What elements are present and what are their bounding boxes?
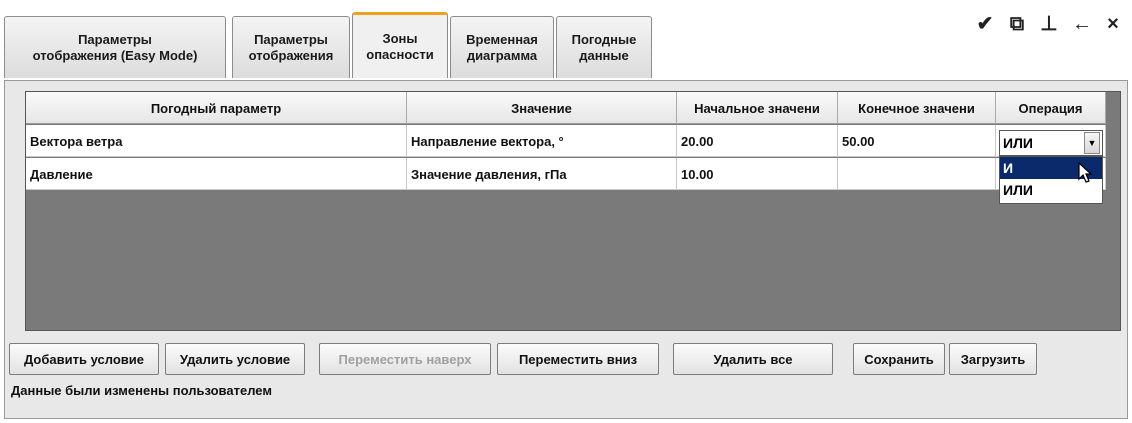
load-button[interactable]: Загрузить bbox=[949, 343, 1037, 375]
column-header-operation[interactable]: Операция bbox=[996, 92, 1106, 124]
mouse-cursor-icon bbox=[1078, 162, 1093, 183]
cell-parameter[interactable]: Давление bbox=[26, 158, 407, 190]
cell-value[interactable]: Значение давления, гПа bbox=[407, 158, 677, 190]
cell-start-value[interactable]: 20.00 bbox=[677, 125, 838, 157]
column-header-parameter[interactable]: Погодный параметр bbox=[26, 92, 407, 124]
delete-all-button[interactable]: Удалить все bbox=[673, 343, 833, 375]
danger-zones-panel: Погодный параметр Значение Начальное зна… bbox=[4, 80, 1128, 419]
conditions-grid: Погодный параметр Значение Начальное зна… bbox=[25, 91, 1121, 331]
pin-icon[interactable]: ⊥ bbox=[1040, 12, 1058, 36]
tab-time-diagram[interactable]: Временная диаграмма bbox=[450, 16, 554, 78]
cell-value[interactable]: Направление вектора, ° bbox=[407, 125, 677, 157]
operation-select[interactable]: ИЛИ ▼ bbox=[999, 130, 1103, 156]
delete-condition-button[interactable]: Удалить условие bbox=[165, 343, 305, 375]
move-up-button: Переместить наверх bbox=[319, 343, 491, 375]
table-row[interactable]: Давление Значение давления, гПа 10.00 bbox=[26, 158, 1106, 190]
window-toolbar: ✔ ⧉ ⊥ ← × bbox=[976, 12, 1122, 36]
status-text: Данные были изменены пользователем bbox=[11, 383, 272, 398]
cell-end-value[interactable] bbox=[838, 158, 996, 190]
table-row[interactable]: Вектора ветра Направление вектора, ° 20.… bbox=[26, 125, 1106, 157]
restore-window-icon[interactable]: ⧉ bbox=[1008, 12, 1026, 36]
close-icon[interactable]: × bbox=[1104, 12, 1122, 36]
cell-start-value[interactable]: 10.00 bbox=[677, 158, 838, 190]
cell-end-value[interactable]: 50.00 bbox=[838, 125, 996, 157]
move-down-button[interactable]: Переместить вниз bbox=[497, 343, 659, 375]
chevron-down-icon[interactable]: ▼ bbox=[1084, 132, 1100, 154]
save-button[interactable]: Сохранить bbox=[853, 343, 945, 375]
tab-danger-zones[interactable]: Зоны опасности bbox=[352, 12, 448, 78]
column-header-end-value[interactable]: Конечное значени bbox=[838, 92, 996, 124]
tab-display-params[interactable]: Параметры отображения bbox=[232, 16, 350, 78]
column-header-value[interactable]: Значение bbox=[407, 92, 677, 124]
column-header-start-value[interactable]: Начальное значени bbox=[677, 92, 838, 124]
tab-weather-data[interactable]: Погодные данные bbox=[556, 16, 652, 78]
add-condition-button[interactable]: Добавить условие bbox=[9, 343, 159, 375]
tab-display-params-easy[interactable]: Параметры отображения (Easy Mode) bbox=[4, 16, 226, 78]
back-arrow-icon[interactable]: ← bbox=[1072, 12, 1092, 36]
cell-parameter[interactable]: Вектора ветра bbox=[26, 125, 407, 157]
app-window: Параметры отображения (Easy Mode) Параме… bbox=[0, 0, 1132, 423]
brush-icon[interactable]: ✔ bbox=[976, 12, 994, 36]
grid-header: Погодный параметр Значение Начальное зна… bbox=[26, 92, 1106, 124]
operation-select-value: ИЛИ bbox=[1003, 135, 1033, 151]
